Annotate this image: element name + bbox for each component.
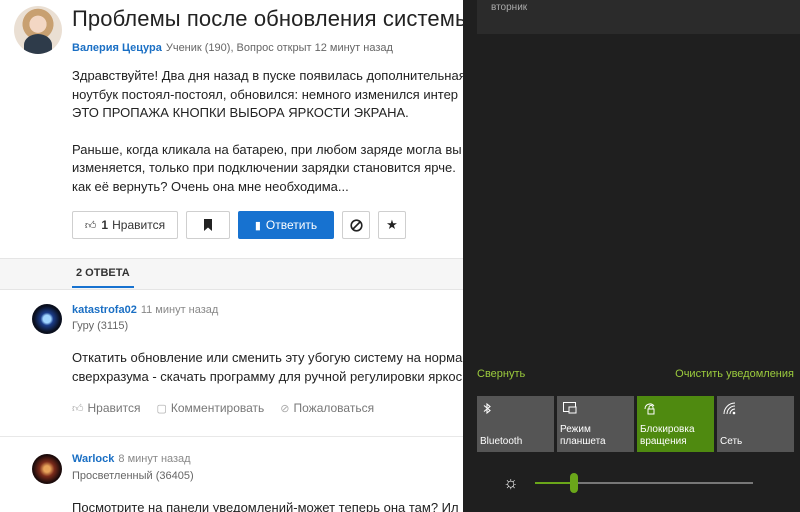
collapse-link[interactable]: Свернуть bbox=[477, 368, 525, 380]
thumbs-up-icon: 👍︎ bbox=[72, 403, 84, 415]
brightness-slider-fill bbox=[535, 482, 575, 484]
rotation-lock-icon bbox=[644, 403, 655, 415]
quick-action-label: Блокировка вращения bbox=[640, 424, 695, 447]
answer-header: katastrofa02 11 минут назад bbox=[72, 304, 218, 316]
answer-time: 8 минут назад bbox=[118, 453, 191, 465]
answer-author-link[interactable]: Warlock bbox=[72, 453, 114, 465]
answer-button[interactable]: ▮ Ответить bbox=[238, 211, 334, 239]
like-label: Нравится bbox=[112, 218, 166, 232]
quick-actions: Bluetooth Режим планшета Блокировка вращ… bbox=[477, 396, 794, 452]
quick-action-label: Режим планшета bbox=[560, 424, 606, 447]
author-link[interactable]: Валерия Цецура bbox=[72, 42, 162, 54]
question-actions: 👍︎ 1 Нравится ▮ Ответить ★ bbox=[72, 211, 406, 239]
block-button[interactable] bbox=[342, 211, 370, 239]
reply-icon: ▮ bbox=[254, 219, 261, 232]
quick-action-rotation-lock[interactable]: Блокировка вращения bbox=[637, 396, 714, 452]
answer-time: 11 минут назад bbox=[140, 304, 219, 316]
block-icon bbox=[349, 218, 363, 232]
answer-divider bbox=[0, 436, 463, 437]
bookmark-icon bbox=[204, 219, 212, 231]
tab-answers[interactable]: 2 ОТВЕТА bbox=[72, 267, 134, 288]
star-icon: ★ bbox=[386, 217, 398, 232]
answer-like-button[interactable]: 👍︎ Нравится bbox=[72, 401, 140, 415]
network-icon bbox=[723, 402, 736, 415]
answer-text: Посмотрите на панели уведомлений-может т… bbox=[72, 500, 459, 512]
quick-action-label: Bluetooth bbox=[480, 436, 523, 447]
notification-card[interactable]: вторник bbox=[477, 0, 800, 34]
author-avatar[interactable] bbox=[14, 6, 62, 54]
tablet-mode-icon bbox=[563, 402, 577, 414]
brightness-slider[interactable] bbox=[535, 473, 753, 493]
answer-report-button[interactable]: ⊘ Пожаловаться bbox=[280, 401, 374, 415]
answer-label: Ответить bbox=[265, 218, 318, 232]
brightness-slider-thumb[interactable] bbox=[570, 473, 579, 493]
answer-header: Warlock 8 минут назад bbox=[72, 453, 191, 465]
answer-comment-button[interactable]: ▢ Комментировать bbox=[156, 401, 264, 415]
bluetooth-icon bbox=[483, 402, 491, 415]
thumbs-up-icon: 👍︎ bbox=[84, 219, 97, 232]
brightness-icon: ☼ bbox=[503, 473, 519, 492]
like-count: 1 bbox=[101, 218, 109, 232]
comment-icon: ▢ bbox=[156, 403, 167, 415]
answer-rank: Гуру (3115) bbox=[72, 320, 129, 332]
quick-action-network[interactable]: Сеть bbox=[717, 396, 794, 452]
notification-text: вторник bbox=[491, 2, 528, 13]
answer-avatar[interactable] bbox=[32, 454, 62, 484]
question-meta-text: Ученик (190), Вопрос открыт 12 минут наз… bbox=[165, 42, 393, 54]
quick-action-bluetooth[interactable]: Bluetooth bbox=[477, 396, 554, 452]
quick-action-label: Сеть bbox=[720, 436, 743, 447]
like-button[interactable]: 👍︎ 1 Нравится bbox=[72, 211, 178, 239]
brightness-control: ☼ bbox=[503, 472, 763, 494]
answer-text: Откатить обновление или сменить эту убог… bbox=[72, 350, 463, 384]
question-meta: Валерия Цецура Ученик (190), Вопрос откры… bbox=[72, 42, 393, 54]
bookmark-button[interactable] bbox=[186, 211, 230, 239]
answer-actions: 👍︎ Нравится ▢ Комментировать ⊘ Пожаловаться bbox=[72, 401, 374, 415]
answer-avatar[interactable] bbox=[32, 304, 62, 334]
favorite-button[interactable]: ★ bbox=[378, 211, 406, 239]
action-center: вторник Свернуть Очистить уведомления Bl… bbox=[463, 0, 800, 512]
clear-notifications-link[interactable]: Очистить уведомления bbox=[675, 368, 794, 380]
answer-author-link[interactable]: katastrofa02 bbox=[72, 304, 137, 316]
answers-tabs: 2 ОТВЕТА bbox=[0, 258, 463, 290]
quick-action-tablet-mode[interactable]: Режим планшета bbox=[557, 396, 634, 452]
answer-rank: Просветленный (36405) bbox=[72, 470, 194, 482]
report-icon: ⊘ bbox=[280, 403, 290, 415]
